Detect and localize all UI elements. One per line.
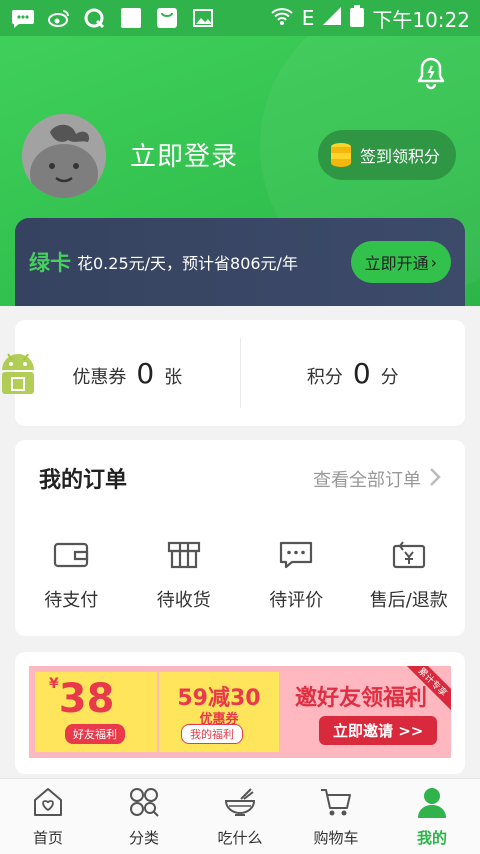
battery-icon: [350, 4, 365, 32]
points-card: 优惠券 0 张 积分 0 分: [15, 320, 465, 426]
score-stat[interactable]: 积分 0 分: [241, 357, 466, 390]
order-pending-payment[interactable]: 待支付: [15, 540, 128, 612]
friend-coupon-amount: 38: [58, 676, 115, 722]
tab-label: 购物车: [313, 829, 359, 847]
weibo-icon: [46, 7, 72, 29]
package-icon: [166, 540, 202, 574]
order-after-sales[interactable]: 售后/退款: [353, 540, 466, 612]
checkin-button[interactable]: 签到领积分: [317, 130, 456, 180]
clock: 下午10:22: [372, 7, 470, 32]
chevron-right-icon: [429, 467, 441, 492]
wallet-icon: [53, 540, 89, 574]
invite-banner-card: ¥38 好友福利 59减30 优惠券 我的福利 邀好友领福利 立即邀请 >> 累…: [15, 652, 465, 774]
green-card-title: 绿卡: [29, 251, 71, 275]
chat-icon: [10, 7, 36, 29]
order-item-label: 售后/退款: [369, 590, 448, 611]
wifi-icon: [270, 6, 294, 31]
activate-label: 立即开通: [364, 254, 429, 273]
tab-label: 吃什么: [217, 829, 263, 847]
tab-mine[interactable]: 我的: [384, 779, 480, 854]
my-coupon-tag: 我的福利: [181, 724, 243, 744]
bag-icon: [154, 7, 180, 29]
activate-button[interactable]: 立即开通 ›: [350, 241, 451, 283]
comment-icon: [278, 540, 314, 574]
orders-card: 我的订单 查看全部订单 待支付 待收货 待评价 售后/退款: [15, 440, 465, 636]
status-bar: E 下午10:22: [0, 0, 480, 36]
invite-banner[interactable]: ¥38 好友福利 59减30 优惠券 我的福利 邀好友领福利 立即邀请 >> 累…: [29, 666, 451, 758]
score-unit: 分: [380, 366, 399, 388]
tab-what-to-eat[interactable]: 吃什么: [192, 779, 288, 854]
currency-symbol: ¥: [49, 676, 59, 692]
home-icon: [31, 785, 65, 823]
tab-label: 我的: [416, 829, 447, 847]
bell-icon[interactable]: [416, 56, 446, 90]
invite-button[interactable]: 立即邀请 >>: [319, 716, 438, 745]
tab-category[interactable]: 分类: [96, 779, 192, 854]
login-link[interactable]: 立即登录: [130, 136, 238, 173]
coin-icon: [330, 142, 352, 168]
cart-icon: [319, 785, 353, 823]
user-icon: [415, 785, 449, 823]
green-card-desc: 花0.25元/天，预计省806元/年: [77, 254, 298, 273]
view-all-label: 查看全部订单: [313, 470, 421, 491]
avatar[interactable]: [22, 114, 106, 198]
score-label: 积分: [306, 366, 343, 388]
order-item-label: 待评价: [269, 590, 324, 611]
tab-home[interactable]: 首页: [0, 779, 96, 854]
green-card-promo[interactable]: 绿卡 花0.25元/天，预计省806元/年 立即开通 ›: [15, 218, 465, 306]
orders-title: 我的订单: [39, 468, 128, 493]
q-icon: [82, 7, 108, 29]
friend-coupon-tag: 好友福利: [65, 724, 125, 744]
network-type: E: [301, 6, 315, 30]
refund-icon: [391, 540, 427, 574]
view-all-orders-link[interactable]: 查看全部订单: [313, 466, 441, 492]
coupon-stat[interactable]: 优惠券 0 张: [15, 357, 240, 390]
checkin-label: 签到领积分: [359, 147, 440, 166]
bowl-icon: [223, 785, 257, 823]
order-pending-review[interactable]: 待评价: [240, 540, 353, 612]
signal-icon: [322, 6, 342, 31]
tab-label: 分类: [128, 829, 159, 847]
coupon-unit: 张: [164, 366, 183, 388]
chevron-right-icon: ›: [430, 252, 437, 272]
coupon-label: 优惠券: [72, 366, 127, 388]
bottom-tab-bar: 首页 分类 吃什么 购物车 我的: [0, 778, 480, 854]
my-coupon: 59减30 优惠券 我的福利: [159, 672, 279, 752]
order-pending-receipt[interactable]: 待收货: [128, 540, 241, 612]
coupon-count: 0: [136, 356, 155, 390]
score-count: 0: [352, 356, 371, 390]
order-item-label: 待收货: [156, 590, 211, 611]
android-floating-icon[interactable]: [0, 350, 36, 398]
order-item-label: 待支付: [44, 590, 99, 611]
blank-icon: [118, 7, 144, 29]
image-icon: [190, 7, 216, 29]
invite-title: 邀好友领福利: [295, 686, 428, 711]
category-icon: [127, 785, 161, 823]
tab-cart[interactable]: 购物车: [288, 779, 384, 854]
friend-coupon: ¥38 好友福利: [35, 672, 157, 752]
tab-label: 首页: [32, 829, 63, 847]
